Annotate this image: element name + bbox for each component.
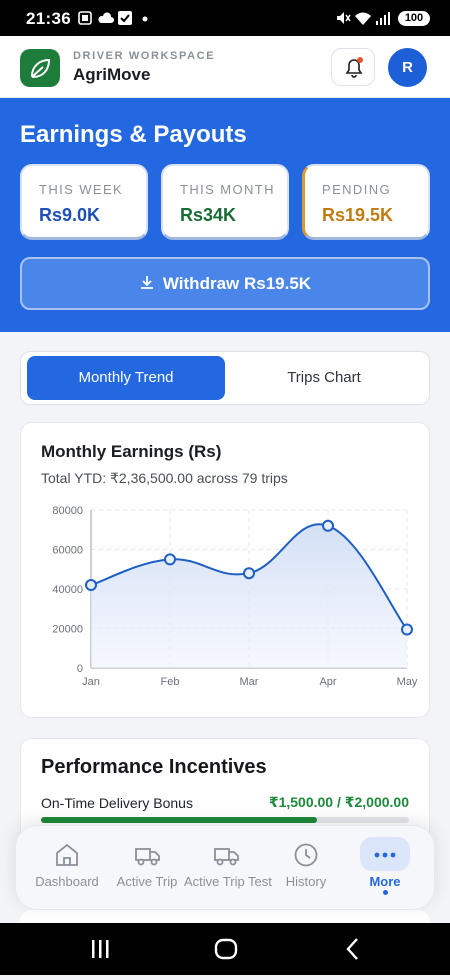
x-tick-label: Feb bbox=[161, 676, 180, 688]
stat-value: Rs9.0K bbox=[39, 205, 101, 225]
nav-label: Dashboard bbox=[35, 874, 99, 889]
x-tick-label: Jan bbox=[82, 676, 100, 688]
stat-label: THIS MONTH bbox=[180, 182, 275, 197]
nav-item-active-trip[interactable]: Active Trip bbox=[105, 836, 189, 902]
chart-tabs: Monthly Trend Trips Chart bbox=[20, 351, 430, 405]
leaf-icon bbox=[30, 58, 51, 79]
chart-subtitle: Total YTD: ₹2,36,500.00 across 79 trips bbox=[41, 470, 288, 486]
app-logo bbox=[20, 49, 60, 87]
active-dot bbox=[383, 890, 388, 895]
y-tick-label: 60000 bbox=[52, 545, 83, 557]
nav-label: More bbox=[369, 874, 401, 889]
tab-trips-chart[interactable]: Trips Chart bbox=[225, 356, 423, 400]
wifi-icon bbox=[355, 12, 371, 25]
nav-item-history[interactable]: History bbox=[264, 836, 348, 902]
nav-item-dashboard[interactable]: Dashboard bbox=[25, 836, 109, 902]
page-title: Earnings & Payouts bbox=[20, 121, 247, 148]
data-point bbox=[243, 567, 255, 580]
status-time: 21:36 bbox=[26, 9, 71, 28]
home-icon bbox=[56, 843, 78, 866]
back-icon[interactable] bbox=[346, 938, 358, 960]
withdraw-label: Withdraw Rs19.5K bbox=[162, 274, 312, 293]
more-icon bbox=[374, 852, 396, 858]
home-nav-icon[interactable] bbox=[214, 938, 238, 960]
earnings-hero: Earnings & Payouts THIS WEEK Rs9.0K THIS… bbox=[0, 98, 450, 332]
truck-icon bbox=[135, 848, 160, 866]
stat-value: Rs34K bbox=[180, 205, 237, 225]
monthly-earnings-card: 0 20000 40000 60000 80000 Jan Feb Mar Apr May Mon… bbox=[20, 422, 430, 718]
signal-icon bbox=[376, 12, 390, 25]
earnings-chart: 0 20000 40000 60000 80000 Jan Feb Mar Apr May bbox=[52, 505, 418, 688]
app-name: AgriMove bbox=[73, 65, 151, 84]
battery-indicator: 100 bbox=[398, 11, 430, 26]
data-point bbox=[322, 519, 334, 532]
dot-icon bbox=[142, 16, 148, 22]
data-point bbox=[85, 579, 97, 592]
incentive-progress-track bbox=[41, 817, 409, 823]
bottom-nav: Dashboard Active Trip Active Trip Test H… bbox=[15, 825, 435, 910]
recents-icon[interactable] bbox=[92, 940, 109, 958]
stat-card-this-week: THIS WEEK Rs9.0K bbox=[20, 164, 148, 240]
tab-monthly-trend[interactable]: Monthly Trend bbox=[27, 356, 225, 400]
incentive-value: ₹1,500.00 / ₹2,000.00 bbox=[268, 794, 409, 810]
nav-label: Active Trip bbox=[116, 874, 178, 889]
stat-card-pending: PENDING Rs19.5K bbox=[302, 164, 430, 240]
nav-label: Active Trip Test bbox=[184, 874, 272, 889]
y-tick-label: 20000 bbox=[52, 624, 83, 636]
x-tick-label: Apr bbox=[319, 676, 336, 688]
workspace-label: DRIVER WORKSPACE bbox=[73, 50, 216, 62]
x-tick-label: May bbox=[397, 676, 418, 688]
system-nav-icons bbox=[92, 938, 358, 960]
chart-title: Monthly Earnings (Rs) bbox=[41, 442, 222, 461]
x-tick-label: Mar bbox=[240, 676, 259, 688]
incentive-label: On-Time Delivery Bonus bbox=[41, 795, 193, 811]
clock-icon bbox=[294, 843, 318, 867]
data-point bbox=[401, 623, 413, 636]
y-tick-label: 80000 bbox=[52, 505, 83, 517]
stat-label: THIS WEEK bbox=[39, 182, 124, 197]
download-icon bbox=[140, 276, 153, 289]
stat-card-this-month: THIS MONTH Rs34K bbox=[161, 164, 289, 240]
data-point bbox=[164, 553, 176, 566]
notifications-button[interactable] bbox=[331, 48, 375, 86]
cloud-icon bbox=[98, 12, 114, 23]
avatar[interactable]: R bbox=[388, 48, 427, 87]
stat-value: Rs19.5K bbox=[322, 205, 394, 225]
y-tick-label: 40000 bbox=[52, 584, 83, 596]
y-tick-label: 0 bbox=[77, 663, 83, 675]
app-header: DRIVER WORKSPACE AgriMove R bbox=[0, 36, 450, 98]
truck-icon bbox=[214, 848, 239, 866]
bell-icon bbox=[345, 57, 363, 78]
stat-label: PENDING bbox=[322, 182, 392, 197]
nav-item-active-trip-test[interactable]: Active Trip Test bbox=[184, 836, 272, 902]
status-bar: 21:36 100 bbox=[0, 0, 450, 36]
incentives-title: Performance Incentives bbox=[41, 756, 267, 778]
check-box-icon bbox=[118, 11, 132, 25]
withdraw-button[interactable]: Withdraw Rs19.5K bbox=[20, 257, 430, 310]
system-nav-bar bbox=[0, 923, 450, 975]
mute-icon bbox=[337, 12, 351, 24]
incentive-progress-fill bbox=[41, 817, 317, 823]
nav-label: History bbox=[285, 874, 327, 889]
screenshot-icon bbox=[78, 11, 92, 25]
